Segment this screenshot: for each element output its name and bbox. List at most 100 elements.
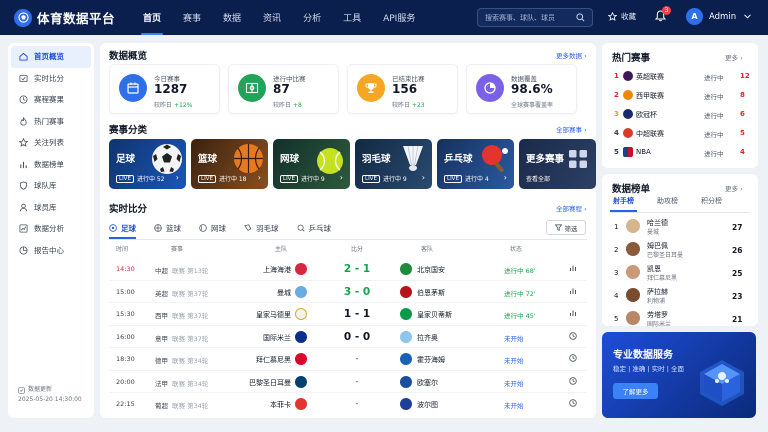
hot-event-item[interactable]: 3 欧冠杯 进行中 6 [612,105,750,124]
table-row[interactable]: 22:15 葡超 联赛 第34轮 本菲卡 - 波尔图 未开始 [109,393,587,416]
match-league: 德甲 联赛 第34轮 [155,355,208,365]
nav-api[interactable]: API服务 [372,0,426,35]
promo-title: 专业数据服务 [613,350,673,361]
league-status: 进行中 [704,93,724,101]
nav-analysis[interactable]: 分析 [292,0,332,35]
sidebar-item-reports[interactable]: 报告中心 [11,240,91,262]
scorer-item[interactable]: 5 劳塔罗 国际米兰 21 [612,308,750,328]
scorer-item[interactable]: 1 哈兰德 曼城 27 [612,216,750,239]
tab-standings[interactable]: 积分榜 [698,196,725,212]
sidebar-item-rankings[interactable]: 数据榜单 [11,154,91,176]
data-update-info: 数据更新 2025-05-20 14:30:00 [18,385,82,405]
live-badge: LIVE [116,174,134,183]
categories-title: 赛事分类 [109,125,148,136]
stats-icon[interactable] [569,264,577,274]
learn-more-button[interactable]: 了解更多 [613,383,658,399]
live-badge: LIVE [444,174,462,183]
search-box[interactable] [477,8,593,27]
player-goals: 21 [732,315,743,324]
clock-icon[interactable] [569,376,577,387]
sidebar-item-hot[interactable]: 热门赛事 [11,111,91,133]
category-live-count: LIVE 进行中 52 [116,174,164,183]
category-name: 篮球 [198,154,218,165]
category-card-table-tennis[interactable]: 乒乓球 LIVE 进行中 4 › [437,139,514,189]
category-card-tennis[interactable]: 网球 LIVE 进行中 9 › [273,139,350,189]
sidebar-item-follow[interactable]: 关注列表 [11,132,91,154]
schedule-more-link[interactable]: 全部赛程 › [556,203,587,213]
stats-icon[interactable] [569,287,577,297]
table-row[interactable]: 15:30 西甲 联赛 第37轮 皇家马德里 1 - 1 皇家贝蒂斯 进行中 45… [109,303,587,326]
tab-football[interactable]: 足球 [109,219,136,239]
stats-icon[interactable] [569,309,577,319]
tab-badminton[interactable]: 羽毛球 [244,219,279,237]
stat-value: 87 [273,82,290,96]
search-input[interactable] [485,13,575,22]
header-score: 比分 [351,246,364,253]
table-row[interactable]: 15:00 英超 联赛 第37轮 曼城 3 - 0 伯恩茅斯 进行中 72' [109,281,587,303]
match-league: 西甲 联赛 第37轮 [155,310,208,320]
stat-delta: 较昨日 +23 [392,100,425,109]
categories-more-link[interactable]: 全部赛事 › [556,124,587,134]
table-row[interactable]: 14:30 中超 联赛 第13轮 上海海港 2 - 1 北京国安 进行中 68' [109,258,587,281]
stat-delta-prefix: 较昨日 [273,102,292,109]
hot-event-item[interactable]: 2 西甲联赛 进行中 8 [612,86,750,105]
sidebar-item-schedule[interactable]: 赛程赛果 [11,89,91,111]
shuttlecock-icon [244,224,252,232]
category-card-basketball[interactable]: 篮球 LIVE 进行中 18 › [191,139,268,189]
clock-icon[interactable] [569,354,577,364]
tab-assists[interactable]: 助攻榜 [654,196,681,212]
stat-card-live[interactable]: 进行中比赛 87 较昨日 +8 [228,64,339,114]
filter-button[interactable]: 筛选 [546,220,586,235]
nav-events[interactable]: 赛事 [172,0,212,35]
table-row[interactable]: 18:30 德甲 联赛 第34轮 拜仁慕尼黑 - 霍芬海姆 未开始 [109,348,587,371]
scorer-item[interactable]: 3 凯恩 拜仁慕尼黑 25 [612,262,750,285]
sidebar-item-label: 热门赛事 [34,116,64,126]
grid-icon [569,150,587,168]
category-card-more[interactable]: 更多赛事 查看全部 [519,139,596,189]
stat-card-coverage[interactable]: 数据覆盖 98.6% 全球赛事覆盖率 [466,64,577,114]
hot-event-item[interactable]: 1 英超联赛 进行中 12 [612,67,750,86]
hot-event-item[interactable]: 5 NBA 进行中 4 [612,143,750,162]
category-view-all: 查看全部 [526,176,551,183]
category-live-count: LIVE 进行中 9 [280,174,325,183]
scorer-item[interactable]: 2 姆巴佩 巴黎圣日耳曼 26 [612,239,750,262]
sidebar-item-live[interactable]: 实时比分 [11,68,91,90]
sidebar-item-analysis[interactable]: 数据分析 [11,218,91,240]
nav-data[interactable]: 数据 [212,0,252,35]
sidebar-item-overview[interactable]: 首页概览 [11,46,91,68]
nav-news[interactable]: 资讯 [252,0,292,35]
sidebar-item-players[interactable]: 球员库 [11,197,91,219]
away-team-logo [400,263,412,275]
user-menu[interactable]: A Admin [686,8,751,25]
match-time: 15:30 [116,310,135,318]
category-card-badminton[interactable]: 羽毛球 LIVE 进行中 9 › [355,139,432,189]
stat-card-finished[interactable]: 已结束比赛 156 较昨日 +23 [347,64,458,114]
stat-note: 全球赛事覆盖率 [511,102,554,109]
app-logo[interactable]: 体育数据平台 [14,8,132,27]
tab-scorers[interactable]: 射手榜 [610,196,637,212]
board-more-label: 更多 [725,185,738,193]
table-row[interactable]: 20:00 法甲 联赛 第34轮 巴黎圣日耳曼 - 欧塞尔 未开始 [109,371,587,393]
stat-card-today[interactable]: 今日赛事 1287 较昨日 +12% [109,64,220,114]
table-row[interactable]: 16:00 意甲 联赛 第37轮 国际米兰 0 - 0 拉齐奥 未开始 [109,326,587,348]
hot-more-label: 更多 [725,54,738,62]
home-team: 本菲卡 [270,401,291,409]
nav-tools[interactable]: 工具 [332,0,372,35]
tab-tennis[interactable]: 网球 [199,219,226,237]
favorite-button[interactable]: 收藏 [608,11,636,22]
tab-basketball[interactable]: 篮球 [154,219,181,237]
search-icon[interactable] [576,13,585,24]
board-more-link[interactable]: 更多 › [725,183,743,193]
sidebar-item-teams[interactable]: 球队库 [11,175,91,197]
clock-icon[interactable] [569,399,577,409]
hot-more-link[interactable]: 更多 › [725,52,743,62]
overview-more-link[interactable]: 更多数据 › [556,50,587,60]
clock-icon[interactable] [569,331,577,342]
nav-home[interactable]: 首页 [132,0,172,35]
hot-event-item[interactable]: 4 中超联赛 进行中 5 [612,124,750,143]
scorer-item[interactable]: 4 萨拉赫 利物浦 23 [612,285,750,308]
header-league: 赛事 [171,246,184,253]
stat-delta-value: +23 [411,102,425,109]
tab-table-tennis[interactable]: 乒乓球 [297,219,331,237]
category-card-football[interactable]: 足球 LIVE 进行中 52 › [109,139,186,189]
